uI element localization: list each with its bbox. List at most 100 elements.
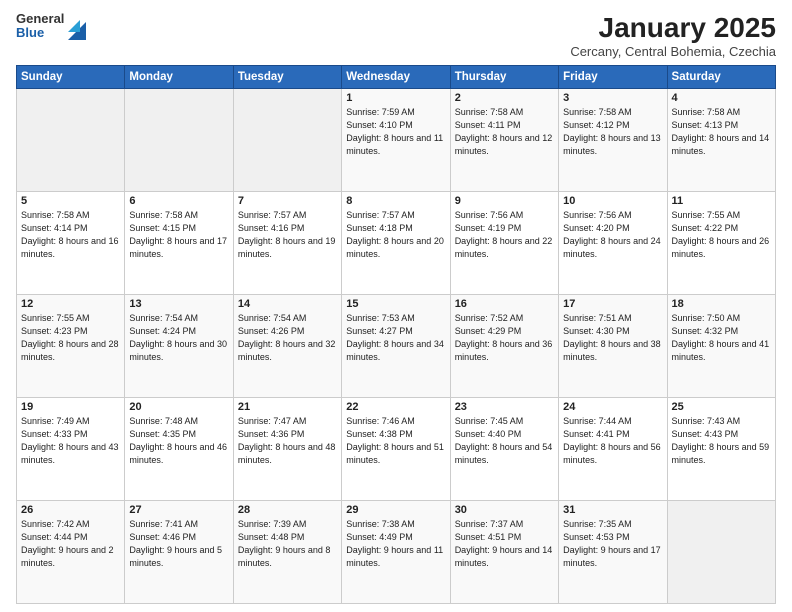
day-number: 7: [238, 195, 337, 207]
calendar-week-4: 19Sunrise: 7:49 AM Sunset: 4:33 PM Dayli…: [17, 398, 776, 501]
day-info: Sunrise: 7:51 AM Sunset: 4:30 PM Dayligh…: [563, 312, 662, 364]
day-number: 28: [238, 504, 337, 516]
day-info: Sunrise: 7:58 AM Sunset: 4:12 PM Dayligh…: [563, 106, 662, 158]
calendar-cell: 10 Sunrise: 7:56 AM Sunset: 4:20 PM Dayli…: [559, 192, 667, 295]
day-info: Sunrise: 7:45 AM Sunset: 4:40 PM Dayligh…: [455, 415, 554, 467]
day-info: Sunrise: 7:56 AM Sunset: 4:19 PM Dayligh…: [455, 209, 554, 261]
day-info: Sunrise: 7:58 AM Sunset: 4:11 PM Dayligh…: [455, 106, 554, 158]
day-info: Sunrise: 7:59 AM Sunset: 4:10 PM Dayligh…: [346, 106, 445, 158]
day-info: Sunrise: 7:46 AM Sunset: 4:38 PM Dayligh…: [346, 415, 445, 467]
month-title: January 2025: [570, 12, 776, 44]
day-number: 2: [455, 92, 554, 104]
calendar-cell: [233, 89, 341, 192]
day-number: 9: [455, 195, 554, 207]
day-number: 10: [563, 195, 662, 207]
logo-general: General: [16, 12, 64, 26]
calendar-cell: 7Sunrise: 7:57 AM Sunset: 4:16 PM Daylig…: [233, 192, 341, 295]
calendar: SundayMondayTuesdayWednesdayThursdayFrid…: [16, 65, 776, 604]
day-number: 21: [238, 401, 337, 413]
day-number: 19: [21, 401, 120, 413]
calendar-cell: 31 Sunrise: 7:35 AM Sunset: 4:53 PM Dayli…: [559, 501, 667, 604]
logo-blue: Blue: [16, 26, 64, 40]
day-number: 29: [346, 504, 445, 516]
day-number: 26: [21, 504, 120, 516]
day-info: Sunrise: 7:55 AM Sunset: 4:22 PM Dayligh…: [672, 209, 771, 261]
calendar-cell: 19Sunrise: 7:49 AM Sunset: 4:33 PM Dayli…: [17, 398, 125, 501]
day-number: 27: [129, 504, 228, 516]
calendar-week-3: 12Sunrise: 7:55 AM Sunset: 4:23 PM Dayli…: [17, 295, 776, 398]
title-block: January 2025 Cercany, Central Bohemia, C…: [570, 12, 776, 59]
logo-text: General Blue: [16, 12, 64, 41]
day-number: 1: [346, 92, 445, 104]
day-info: Sunrise: 7:44 AM Sunset: 4:41 PM Dayligh…: [563, 415, 662, 467]
calendar-cell: 27Sunrise: 7:41 AM Sunset: 4:46 PM Dayli…: [125, 501, 233, 604]
calendar-cell: [667, 501, 775, 604]
day-number: 11: [672, 195, 771, 207]
calendar-cell: 14 Sunrise: 7:54 AM Sunset: 4:26 PM Dayli…: [233, 295, 341, 398]
day-number: 25: [672, 401, 771, 413]
calendar-cell: 15Sunrise: 7:53 AM Sunset: 4:27 PM Dayli…: [342, 295, 450, 398]
day-number: 31: [563, 504, 662, 516]
day-info: Sunrise: 7:50 AM Sunset: 4:32 PM Dayligh…: [672, 312, 771, 364]
weekday-header-wednesday: Wednesday: [342, 66, 450, 89]
calendar-cell: 5Sunrise: 7:58 AM Sunset: 4:14 PM Daylig…: [17, 192, 125, 295]
day-number: 12: [21, 298, 120, 310]
day-number: 5: [21, 195, 120, 207]
calendar-cell: [125, 89, 233, 192]
day-number: 13: [129, 298, 228, 310]
day-info: Sunrise: 7:58 AM Sunset: 4:13 PM Dayligh…: [672, 106, 771, 158]
calendar-cell: 2 Sunrise: 7:58 AM Sunset: 4:11 PM Daylig…: [450, 89, 558, 192]
day-info: Sunrise: 7:43 AM Sunset: 4:43 PM Dayligh…: [672, 415, 771, 467]
calendar-cell: 1 Sunrise: 7:59 AM Sunset: 4:10 PM Daylig…: [342, 89, 450, 192]
calendar-cell: 25 Sunrise: 7:43 AM Sunset: 4:43 PM Dayli…: [667, 398, 775, 501]
day-info: Sunrise: 7:35 AM Sunset: 4:53 PM Dayligh…: [563, 518, 662, 570]
logo: General Blue: [16, 12, 86, 41]
day-info: Sunrise: 7:52 AM Sunset: 4:29 PM Dayligh…: [455, 312, 554, 364]
calendar-cell: 17 Sunrise: 7:51 AM Sunset: 4:30 PM Dayli…: [559, 295, 667, 398]
calendar-cell: 3Sunrise: 7:58 AM Sunset: 4:12 PM Daylig…: [559, 89, 667, 192]
day-number: 4: [672, 92, 771, 104]
day-number: 17: [563, 298, 662, 310]
calendar-cell: 6Sunrise: 7:58 AM Sunset: 4:15 PM Daylig…: [125, 192, 233, 295]
calendar-cell: 22Sunrise: 7:46 AM Sunset: 4:38 PM Dayli…: [342, 398, 450, 501]
weekday-header-row: SundayMondayTuesdayWednesdayThursdayFrid…: [17, 66, 776, 89]
day-info: Sunrise: 7:48 AM Sunset: 4:35 PM Dayligh…: [129, 415, 228, 467]
calendar-cell: 11 Sunrise: 7:55 AM Sunset: 4:22 PM Dayli…: [667, 192, 775, 295]
day-info: Sunrise: 7:56 AM Sunset: 4:20 PM Dayligh…: [563, 209, 662, 261]
day-number: 8: [346, 195, 445, 207]
calendar-week-1: 1 Sunrise: 7:59 AM Sunset: 4:10 PM Daylig…: [17, 89, 776, 192]
day-info: Sunrise: 7:54 AM Sunset: 4:26 PM Dayligh…: [238, 312, 337, 364]
day-number: 6: [129, 195, 228, 207]
calendar-cell: 23Sunrise: 7:45 AM Sunset: 4:40 PM Dayli…: [450, 398, 558, 501]
calendar-cell: 8 Sunrise: 7:57 AM Sunset: 4:18 PM Daylig…: [342, 192, 450, 295]
day-info: Sunrise: 7:54 AM Sunset: 4:24 PM Dayligh…: [129, 312, 228, 364]
day-info: Sunrise: 7:47 AM Sunset: 4:36 PM Dayligh…: [238, 415, 337, 467]
weekday-header-sunday: Sunday: [17, 66, 125, 89]
day-number: 30: [455, 504, 554, 516]
day-info: Sunrise: 7:42 AM Sunset: 4:44 PM Dayligh…: [21, 518, 120, 570]
calendar-cell: 21 Sunrise: 7:47 AM Sunset: 4:36 PM Dayli…: [233, 398, 341, 501]
calendar-week-2: 5Sunrise: 7:58 AM Sunset: 4:14 PM Daylig…: [17, 192, 776, 295]
day-number: 18: [672, 298, 771, 310]
calendar-cell: 20 Sunrise: 7:48 AM Sunset: 4:35 PM Dayli…: [125, 398, 233, 501]
calendar-cell: [17, 89, 125, 192]
weekday-header-thursday: Thursday: [450, 66, 558, 89]
calendar-cell: 9 Sunrise: 7:56 AM Sunset: 4:19 PM Daylig…: [450, 192, 558, 295]
page: General Blue January 2025 Cercany, Centr…: [0, 0, 792, 612]
weekday-header-saturday: Saturday: [667, 66, 775, 89]
day-info: Sunrise: 7:37 AM Sunset: 4:51 PM Dayligh…: [455, 518, 554, 570]
day-number: 14: [238, 298, 337, 310]
calendar-week-5: 26 Sunrise: 7:42 AM Sunset: 4:44 PM Dayli…: [17, 501, 776, 604]
calendar-cell: 29 Sunrise: 7:38 AM Sunset: 4:49 PM Dayli…: [342, 501, 450, 604]
calendar-cell: 13 Sunrise: 7:54 AM Sunset: 4:24 PM Dayli…: [125, 295, 233, 398]
calendar-cell: 24 Sunrise: 7:44 AM Sunset: 4:41 PM Dayli…: [559, 398, 667, 501]
weekday-header-monday: Monday: [125, 66, 233, 89]
day-info: Sunrise: 7:57 AM Sunset: 4:18 PM Dayligh…: [346, 209, 445, 261]
calendar-cell: 18 Sunrise: 7:50 AM Sunset: 4:32 PM Dayli…: [667, 295, 775, 398]
day-info: Sunrise: 7:53 AM Sunset: 4:27 PM Dayligh…: [346, 312, 445, 364]
day-info: Sunrise: 7:38 AM Sunset: 4:49 PM Dayligh…: [346, 518, 445, 570]
day-number: 20: [129, 401, 228, 413]
day-number: 16: [455, 298, 554, 310]
weekday-header-tuesday: Tuesday: [233, 66, 341, 89]
day-number: 24: [563, 401, 662, 413]
